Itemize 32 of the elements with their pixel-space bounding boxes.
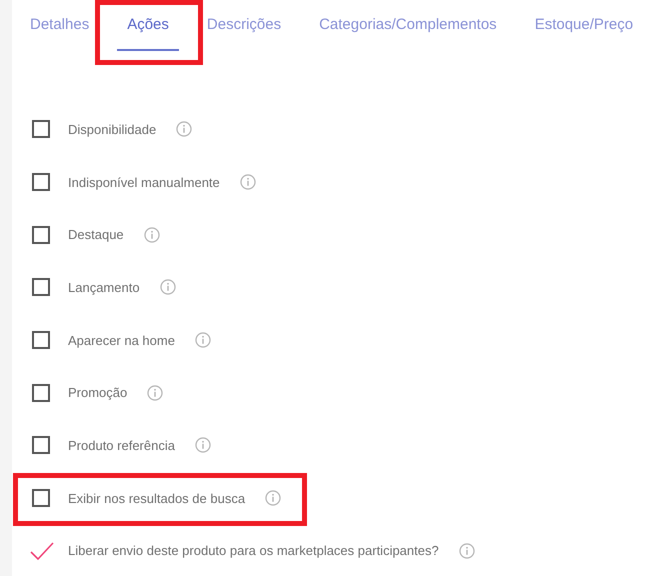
option-label: Aparecer na home bbox=[68, 332, 175, 348]
checkbox[interactable] bbox=[32, 226, 50, 244]
checkbox[interactable] bbox=[32, 173, 50, 192]
tab[interactable]: Detalhes bbox=[20, 12, 100, 51]
info-icon[interactable] bbox=[160, 279, 176, 296]
tab[interactable]: Categorias/Complementos bbox=[309, 12, 507, 51]
info-icon[interactable] bbox=[147, 384, 164, 401]
option-label: Liberar envio deste produto para os marketplaces participantes? bbox=[68, 543, 439, 558]
info-icon[interactable] bbox=[194, 332, 211, 348]
option-label: Lançamento bbox=[68, 280, 140, 295]
option-label: Exibir nos resultados de busca bbox=[68, 490, 246, 506]
checkbox[interactable] bbox=[32, 120, 50, 138]
info-icon[interactable] bbox=[144, 226, 160, 243]
info-icon[interactable] bbox=[176, 121, 192, 138]
option-label: Indisponível manualmente bbox=[68, 174, 220, 190]
option-label: Promoção bbox=[68, 385, 128, 400]
option-label: Destaque bbox=[68, 227, 124, 242]
info-icon[interactable] bbox=[265, 490, 282, 506]
option-label: Produto referência bbox=[68, 438, 175, 453]
info-icon[interactable] bbox=[458, 542, 475, 559]
checkbox[interactable] bbox=[32, 331, 50, 350]
checkmark-icon[interactable] bbox=[30, 542, 54, 560]
tab[interactable]: Ações bbox=[117, 12, 179, 51]
info-icon[interactable] bbox=[240, 174, 256, 190]
option-label: Disponibilidade bbox=[68, 122, 156, 137]
tab[interactable]: Descrições bbox=[196, 12, 292, 51]
checkbox[interactable] bbox=[32, 436, 50, 454]
tab[interactable]: Estoque/Preço bbox=[524, 12, 644, 51]
checkbox[interactable] bbox=[32, 384, 50, 402]
checkbox[interactable] bbox=[32, 278, 50, 296]
checkbox[interactable] bbox=[32, 489, 50, 508]
info-icon[interactable] bbox=[194, 437, 211, 454]
